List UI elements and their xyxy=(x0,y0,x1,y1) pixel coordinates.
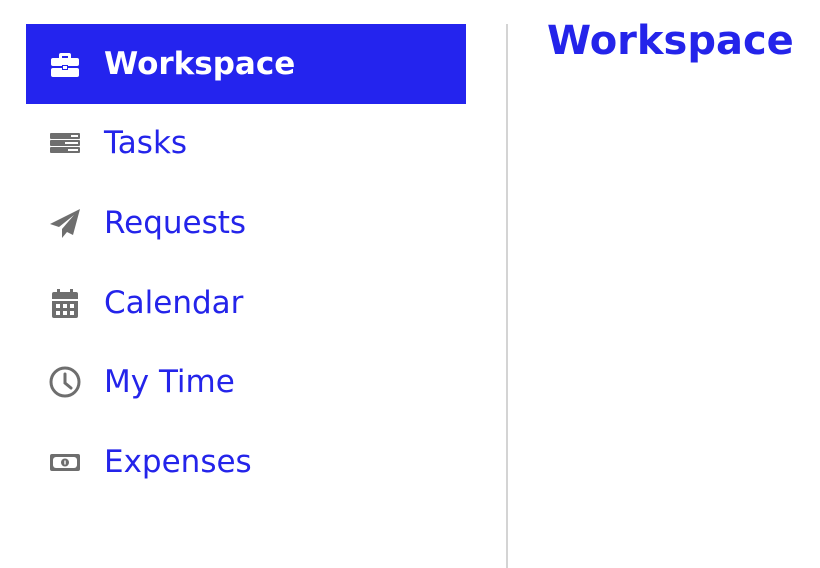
sidebar-item-workspace[interactable]: Workspace xyxy=(26,24,466,104)
divider xyxy=(506,24,508,568)
sidebar-item-label: Calendar xyxy=(104,284,244,321)
sidebar-item-tasks[interactable]: Tasks xyxy=(26,104,466,184)
sidebar-item-calendar[interactable]: Calendar xyxy=(26,263,466,343)
sidebar-item-requests[interactable]: Requests xyxy=(26,183,466,263)
sidebar-item-my-time[interactable]: My Time xyxy=(26,342,466,422)
tasks-icon xyxy=(48,126,82,160)
sidebar-nav: Workspace Tasks Requests Calendar My Tim… xyxy=(26,24,466,502)
paper-plane-icon xyxy=(48,206,82,240)
page-title: Workspace xyxy=(547,18,794,64)
sidebar-item-expenses[interactable]: Expenses xyxy=(26,422,466,502)
sidebar-item-label: My Time xyxy=(104,364,235,401)
money-bill-icon xyxy=(48,445,82,479)
toolbox-icon xyxy=(48,47,82,81)
sidebar-item-label: Workspace xyxy=(104,45,296,82)
sidebar-item-label: Requests xyxy=(104,204,247,241)
sidebar-item-label: Expenses xyxy=(104,443,252,480)
calendar-icon xyxy=(48,286,82,320)
sidebar-item-label: Tasks xyxy=(104,125,188,162)
clock-icon xyxy=(48,365,82,399)
